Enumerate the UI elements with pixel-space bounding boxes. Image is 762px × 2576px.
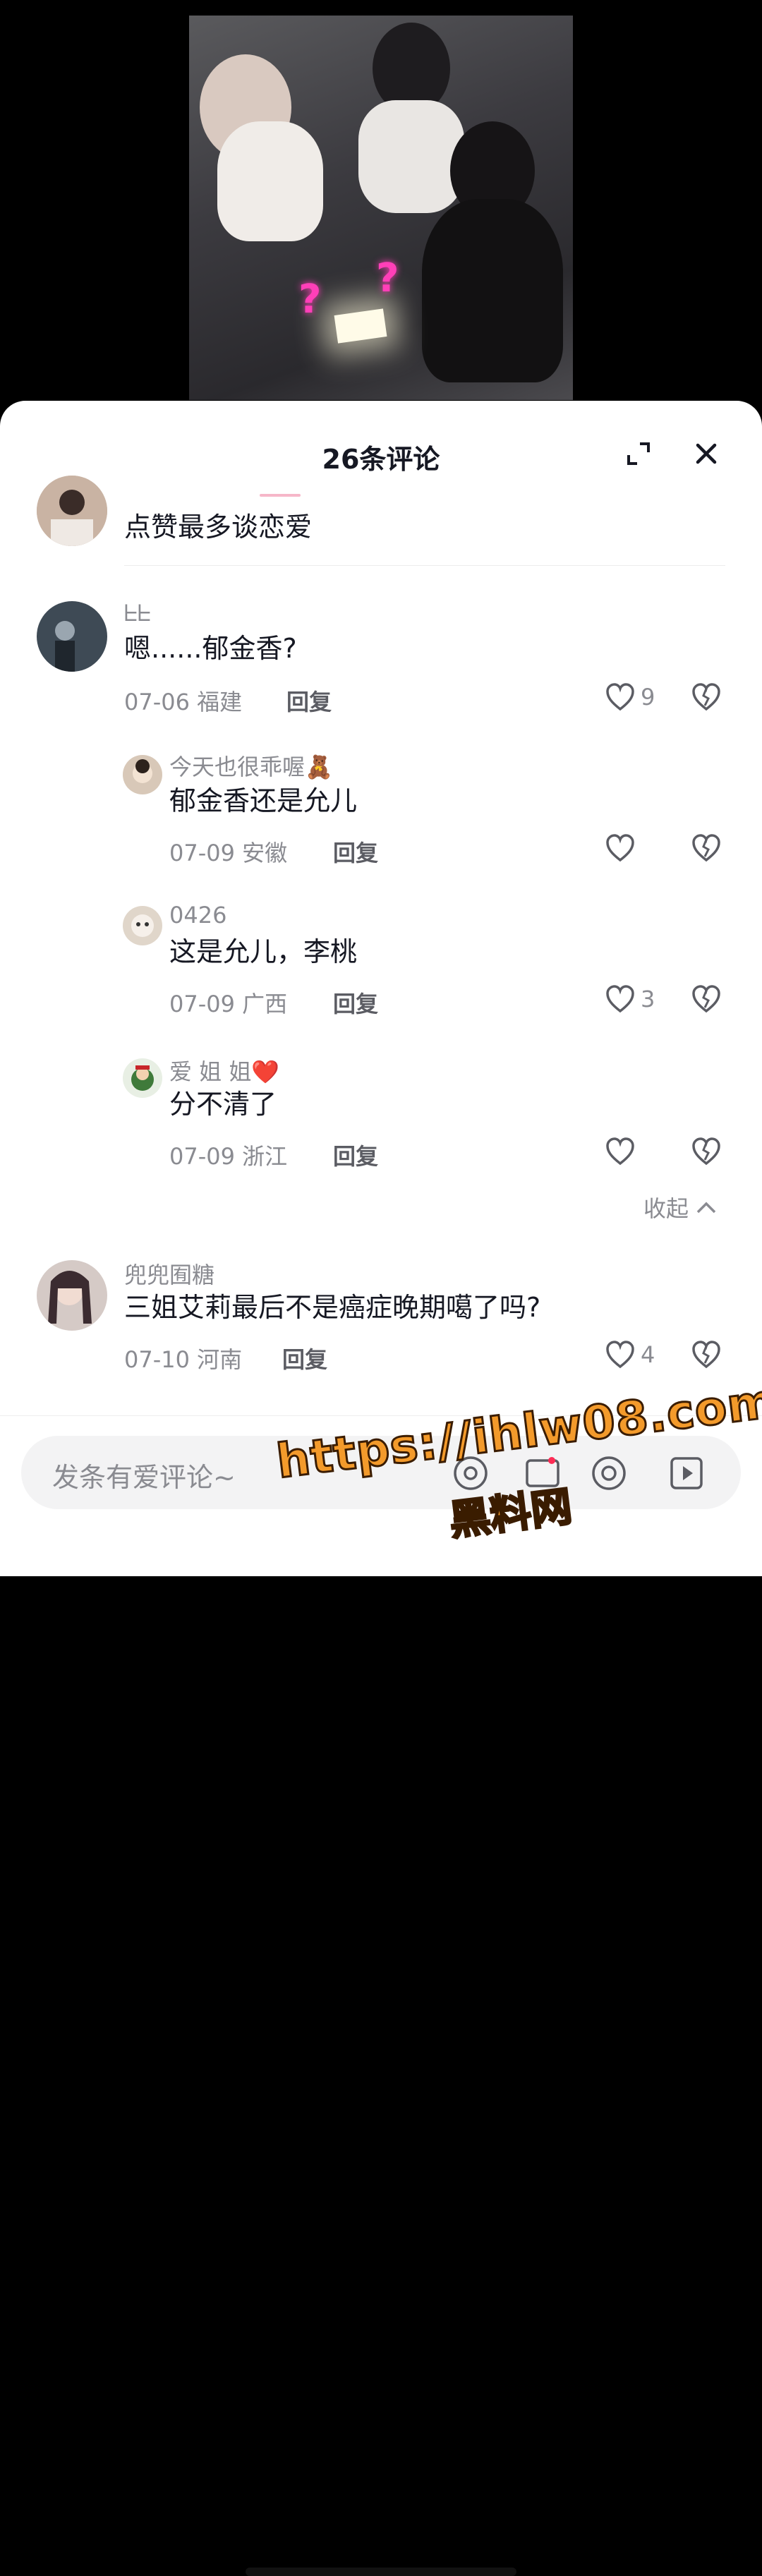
reply-button[interactable]: 回复 [286, 684, 332, 717]
avatar[interactable] [123, 906, 162, 945]
like-count: 9 [641, 684, 655, 710]
like-button[interactable]: 3 [605, 985, 655, 1013]
play-icon[interactable] [667, 1454, 706, 1492]
comment-meta: 07-10 河南 [124, 1342, 242, 1374]
comment-location: 福建 [197, 689, 243, 715]
comment-date: 07-10 [124, 1346, 190, 1373]
reply-button[interactable]: 回复 [282, 1342, 327, 1374]
avatar[interactable] [123, 1058, 162, 1098]
avatar[interactable] [123, 755, 162, 794]
comment-date: 07-09 [169, 1143, 235, 1170]
chevron-up-icon [696, 1202, 716, 1214]
comment-input-placeholder: 发条有爱评论~ [52, 1462, 236, 1493]
comment-meta: 07-09 安徽 [169, 835, 287, 868]
like-button[interactable] [605, 1137, 641, 1166]
reply-button[interactable]: 回复 [333, 986, 378, 1019]
video-question-mark: ? [298, 277, 322, 322]
video-question-mark: ? [376, 255, 399, 301]
comment-location: 安徽 [242, 840, 288, 866]
like-button[interactable] [605, 834, 641, 862]
video-frame-person [217, 121, 323, 241]
divider [124, 565, 725, 566]
comment-location: 浙江 [242, 1143, 288, 1170]
like-button[interactable]: 4 [605, 1341, 655, 1369]
comment-username[interactable]: 0426 [169, 902, 226, 929]
like-count: 3 [641, 986, 655, 1012]
heart-icon [606, 1137, 634, 1166]
video-frame-light [334, 308, 387, 344]
comment-meta: 07-09 浙江 [169, 1139, 287, 1171]
avatar[interactable] [37, 1260, 107, 1331]
broken-heart-icon[interactable] [691, 1137, 721, 1168]
comment-item: 点赞最多谈恋爱 [0, 476, 762, 562]
video-frame-person [422, 199, 563, 382]
broken-heart-icon[interactable] [691, 985, 721, 1016]
comment-meta: 07-06 福建 [124, 684, 242, 717]
avatar[interactable] [37, 476, 107, 546]
avatar[interactable] [37, 601, 107, 672]
comment-text: 郁金香还是允儿 [169, 785, 358, 816]
comment-date: 07-09 [169, 991, 235, 1017]
comment-location: 广西 [242, 991, 288, 1017]
comment-location: 河南 [197, 1346, 243, 1373]
comment-text: 嗯......郁金香? [124, 633, 297, 664]
comment-text: 这是允儿，李桃 [169, 936, 358, 967]
broken-heart-icon[interactable] [691, 1341, 721, 1372]
comment-date: 07-06 [124, 689, 190, 715]
comment-username[interactable]: 今天也很乖喔🧸 [169, 749, 333, 782]
comment-text: 点赞最多谈恋爱 [124, 512, 313, 543]
heart-icon [606, 683, 634, 711]
reply-button[interactable]: 回复 [333, 835, 378, 868]
like-button[interactable]: 9 [605, 683, 655, 711]
reply-button[interactable]: 回复 [333, 1139, 378, 1171]
heart-icon [606, 834, 634, 862]
emoji-icon[interactable] [590, 1454, 628, 1492]
comment-date: 07-09 [169, 840, 235, 866]
home-indicator[interactable] [246, 2568, 516, 2576]
broken-heart-icon[interactable] [691, 834, 721, 865]
comment-text: 分不清了 [169, 1089, 277, 1120]
video-frame-person [358, 100, 464, 213]
comment-username[interactable]: ᖶᖶ [124, 600, 151, 627]
video-player[interactable]: ? ? [189, 16, 573, 400]
heart-icon [606, 985, 634, 1013]
like-count: 4 [641, 1341, 655, 1368]
expand-icon[interactable] [621, 436, 656, 471]
comment-text: 三姐艾莉最后不是癌症晚期噶了吗? [124, 1292, 541, 1323]
comment-meta: 07-09 广西 [169, 986, 287, 1019]
collapse-label: 收起 [643, 1195, 689, 1222]
heart-icon [606, 1341, 634, 1369]
close-icon[interactable] [689, 436, 724, 471]
collapse-replies-button[interactable]: 收起 [643, 1191, 717, 1223]
broken-heart-icon[interactable] [691, 683, 721, 714]
